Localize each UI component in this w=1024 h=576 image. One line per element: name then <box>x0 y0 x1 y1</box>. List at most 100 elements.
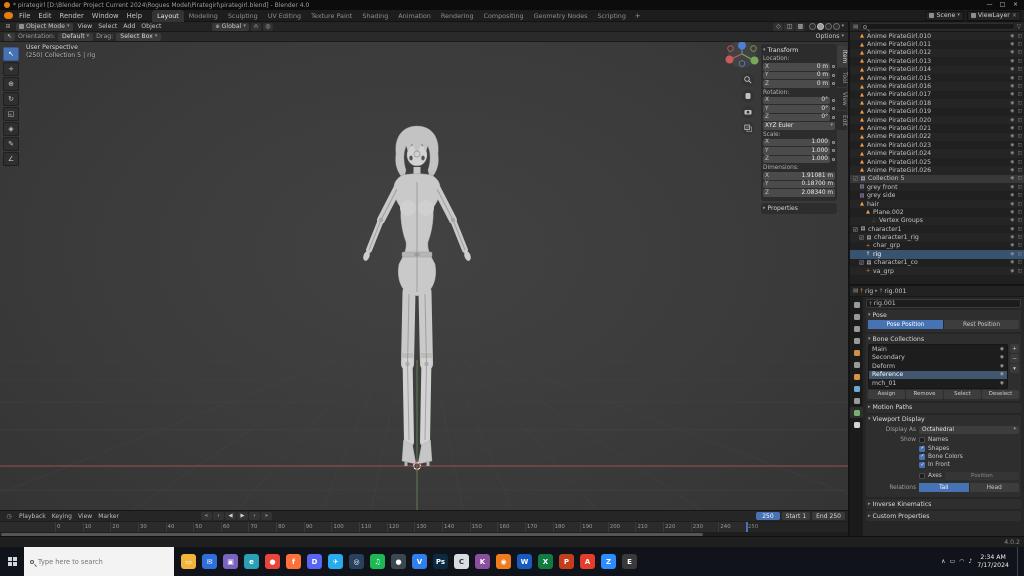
active-tool-icon[interactable]: ↖ <box>4 33 15 41</box>
rotation-field[interactable]: Z0° <box>763 114 830 122</box>
jump-to-start-button[interactable]: « <box>201 512 212 520</box>
disable-render-toggle[interactable]: ◫ <box>1017 202 1022 207</box>
outliner-editor-icon[interactable]: ▤ <box>853 24 858 30</box>
show-option-checkbox[interactable] <box>919 454 925 460</box>
hide-viewport-toggle[interactable]: ◉ <box>1010 202 1014 207</box>
outliner-row[interactable]: ▲ Anime PirateGirl.018 ◉◫ <box>850 99 1024 107</box>
disable-render-toggle[interactable]: ◫ <box>1017 185 1022 190</box>
scale-tool[interactable]: ◱ <box>3 107 19 121</box>
disable-render-toggle[interactable]: ◫ <box>1017 34 1022 39</box>
pan-button[interactable] <box>742 90 755 103</box>
outliner-row[interactable]: ▨ grey side ◉◫ <box>850 191 1024 199</box>
properties-panel-collapsed[interactable]: Properties <box>761 203 837 214</box>
hide-viewport-toggle[interactable]: ◉ <box>1010 160 1014 165</box>
tab-scene[interactable] <box>850 347 863 358</box>
rotation-field[interactable]: X0° <box>763 97 830 105</box>
tab-object[interactable] <box>850 371 863 382</box>
disable-render-toggle[interactable]: ◫ <box>1017 227 1022 232</box>
zoom-app[interactable]: Z <box>598 547 619 576</box>
disable-render-toggle[interactable]: ◫ <box>1017 176 1022 181</box>
minimize-button[interactable]: — <box>983 0 996 10</box>
clip-studio[interactable]: C <box>451 547 472 576</box>
disable-render-toggle[interactable]: ◫ <box>1017 84 1022 89</box>
hide-viewport-toggle[interactable]: ◉ <box>1010 185 1014 190</box>
hide-viewport-toggle[interactable]: ◉ <box>1010 50 1014 55</box>
rendered-shading[interactable] <box>833 23 840 30</box>
wireframe-shading[interactable] <box>809 23 816 30</box>
vscode[interactable]: V <box>409 547 430 576</box>
tab-object-data[interactable] <box>850 407 863 418</box>
obs-studio[interactable]: ● <box>388 547 409 576</box>
sidebar-tab[interactable]: Item <box>837 46 847 67</box>
playhead[interactable] <box>746 522 748 532</box>
outliner-row[interactable]: ∴ Vertex Groups ◉◫ <box>850 217 1024 225</box>
workspace-tab[interactable]: Sculpting <box>223 10 263 22</box>
edge-browser[interactable]: e <box>241 547 262 576</box>
gizmo-y-neg[interactable] <box>751 46 757 52</box>
transform-tool[interactable]: ◈ <box>3 122 19 136</box>
disable-render-toggle[interactable]: ◫ <box>1017 42 1022 47</box>
bone-collection-action-button[interactable]: Deselect <box>982 390 1019 399</box>
hide-viewport-toggle[interactable]: ◉ <box>1010 42 1014 47</box>
steam[interactable]: ◎ <box>346 547 367 576</box>
filter-icon[interactable]: ▽ <box>1017 24 1021 30</box>
location-field[interactable]: X0 m <box>763 63 830 71</box>
outliner-row[interactable]: ▲ Anime PirateGirl.010 ◉◫ <box>850 32 1024 40</box>
disable-render-toggle[interactable]: ◫ <box>1017 168 1022 173</box>
disable-render-toggle[interactable]: ◫ <box>1017 109 1022 114</box>
measure-tool[interactable]: ∠ <box>3 152 19 166</box>
bone-collection-item[interactable]: mch_01◉ <box>869 379 1007 388</box>
snap-magnet-icon[interactable]: ∩ <box>251 23 261 31</box>
tab-constraints[interactable] <box>850 395 863 406</box>
gizmo-z-neg[interactable] <box>739 61 745 67</box>
scale-field[interactable]: Y1.000 <box>763 147 830 155</box>
outliner-row[interactable]: ▤ character1_co ◉◫ <box>850 259 1024 267</box>
prev-keyframe-button[interactable]: ‹ <box>213 512 224 520</box>
hide-viewport-toggle[interactable]: ◉ <box>1010 243 1014 248</box>
outliner-row[interactable]: ▤ character1_rig ◉◫ <box>850 233 1024 241</box>
outliner-row[interactable]: ▲ Anime PirateGirl.026 ◉◫ <box>850 166 1024 174</box>
hide-viewport-toggle[interactable]: ◉ <box>1010 260 1014 265</box>
excel[interactable]: X <box>535 547 556 576</box>
animate-toggle-icon[interactable] <box>832 107 835 110</box>
outliner-row[interactable]: ▤ Collection 5 ◉◫ <box>850 175 1024 183</box>
animate-toggle-icon[interactable] <box>832 149 835 152</box>
mode-dropdown[interactable]: Object Mode <box>16 23 73 31</box>
pose-position-toggle[interactable]: Pose Position <box>868 320 944 329</box>
mail[interactable]: ✉ <box>199 547 220 576</box>
firefox-browser[interactable]: f <box>283 547 304 576</box>
workspace-tab[interactable]: Layout <box>152 10 184 22</box>
timeline-menu-item[interactable]: Playback <box>16 513 49 520</box>
dimension-field[interactable]: Z2.08340 m <box>763 189 835 197</box>
disable-render-toggle[interactable]: ◫ <box>1017 101 1022 106</box>
relations-toggle[interactable]: Tail <box>919 483 970 492</box>
toggle-xray[interactable]: ▩ <box>795 23 805 31</box>
tool-orientation-dropdown[interactable]: Default <box>58 33 93 41</box>
outliner-row[interactable]: ▲ hair ◉◫ <box>850 200 1024 208</box>
close-button[interactable]: × <box>1009 0 1022 10</box>
blender-logo-icon[interactable] <box>4 12 13 19</box>
disable-render-toggle[interactable]: ◫ <box>1017 160 1022 165</box>
move-tool[interactable]: ⊕ <box>3 77 19 91</box>
animate-toggle-icon[interactable] <box>832 158 835 161</box>
outliner-row[interactable]: ▲ Anime PirateGirl.024 ◉◫ <box>850 149 1024 157</box>
location-field[interactable]: Z0 m <box>763 80 830 88</box>
hide-viewport-toggle[interactable]: ◉ <box>1010 101 1014 106</box>
camera-view-button[interactable] <box>742 106 755 119</box>
id-name-field[interactable]: † rig.001 <box>866 299 1021 308</box>
play-reverse-button[interactable]: ◀ <box>225 512 236 520</box>
tab-render[interactable] <box>850 311 863 322</box>
menu-item[interactable]: Help <box>123 10 147 22</box>
view-layer-selector[interactable]: ViewLayer× <box>967 11 1021 21</box>
menu-item[interactable]: Edit <box>34 10 55 22</box>
tab-bone[interactable] <box>850 419 863 430</box>
powerpoint[interactable]: P <box>556 547 577 576</box>
inverse-kinematics-header[interactable]: Inverse Kinematics <box>868 500 1019 508</box>
add-workspace-button[interactable]: + <box>631 12 645 20</box>
visibility-eye-icon[interactable]: ◉ <box>1000 364 1004 369</box>
sidebar-tab[interactable]: Edit <box>837 111 847 130</box>
disable-render-toggle[interactable]: ◫ <box>1017 76 1022 81</box>
viewport-menu-item[interactable]: Object <box>138 23 164 30</box>
show-overlays-toggle[interactable]: ◫ <box>784 23 794 31</box>
volume-icon[interactable]: ♪ <box>968 558 972 565</box>
